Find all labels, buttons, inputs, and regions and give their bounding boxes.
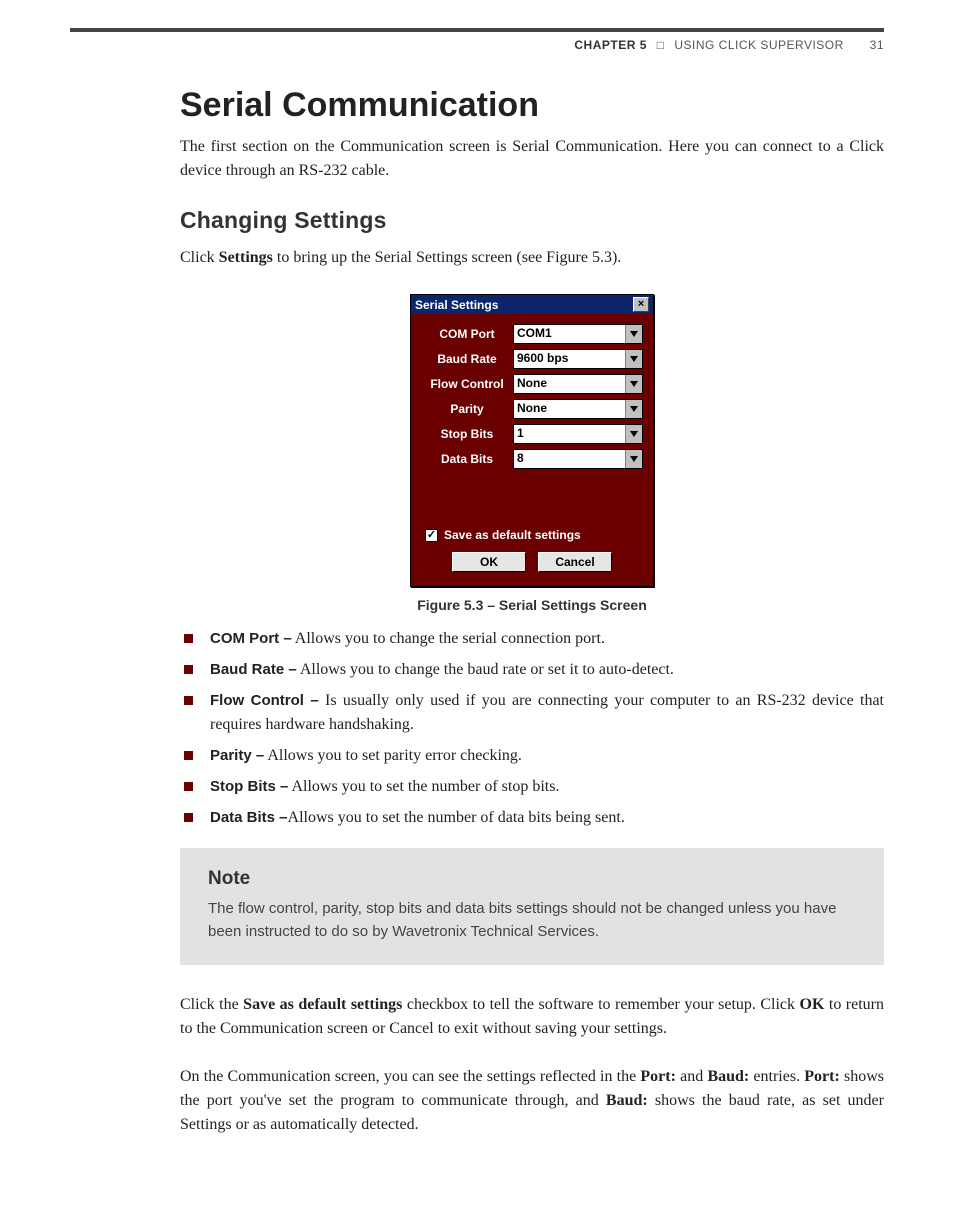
list-item: COM Port – Allows you to change the seri… [180, 627, 884, 651]
strong: Save as default settings [243, 996, 402, 1013]
chevron-down-icon [625, 325, 642, 343]
dialog-button-row: OK Cancel [421, 552, 643, 576]
desc: Allows you to set parity error checking. [264, 747, 522, 764]
term: Data Bits – [210, 809, 288, 826]
baud-rate-value: 9600 bps [514, 350, 625, 368]
note-box: Note The flow control, parity, stop bits… [180, 848, 884, 965]
strong: Baud: [707, 1068, 749, 1085]
note-body: The flow control, parity, stop bits and … [208, 898, 856, 943]
data-bits-select[interactable]: 8 [513, 449, 643, 469]
label-stop-bits: Stop Bits [421, 427, 513, 441]
strong: Port: [640, 1068, 676, 1085]
chevron-down-icon [625, 350, 642, 368]
paragraph-save-default: Click the Save as default settings check… [180, 993, 884, 1041]
chapter-label: CHAPTER 5 [574, 38, 647, 52]
strong: Baud: [606, 1092, 648, 1109]
dialog-body: COM Port COM1 Baud Rate 9600 bps Flow Co… [411, 314, 653, 586]
text: Click [180, 249, 219, 266]
list-item: Data Bits –Allows you to set the number … [180, 806, 884, 830]
parity-select[interactable]: None [513, 399, 643, 419]
dialog-titlebar: Serial Settings × [411, 295, 653, 314]
cancel-button[interactable]: Cancel [538, 552, 612, 572]
ok-button[interactable]: OK [452, 552, 526, 572]
text: and [676, 1068, 708, 1085]
text: checkbox to tell the software to remembe… [402, 996, 799, 1013]
parity-value: None [514, 400, 625, 418]
field-row-stop-bits: Stop Bits 1 [421, 424, 643, 444]
click-settings-line: Click Settings to bring up the Serial Se… [180, 246, 884, 270]
term: Parity – [210, 747, 264, 764]
page-title: Serial Communication [180, 86, 884, 125]
header-title: USING CLICK SUPERVISOR [674, 38, 843, 52]
label-parity: Parity [421, 402, 513, 416]
save-default-checkbox[interactable]: ✓ [425, 529, 438, 542]
settings-strong: Settings [219, 249, 273, 266]
label-data-bits: Data Bits [421, 452, 513, 466]
close-icon[interactable]: × [633, 297, 649, 312]
serial-settings-dialog: Serial Settings × COM Port COM1 Baud Rat… [410, 294, 654, 587]
definition-list: COM Port – Allows you to change the seri… [180, 627, 884, 830]
list-item: Flow Control – Is usually only used if y… [180, 689, 884, 737]
field-row-baud-rate: Baud Rate 9600 bps [421, 349, 643, 369]
chevron-down-icon [625, 425, 642, 443]
com-port-value: COM1 [514, 325, 625, 343]
label-baud-rate: Baud Rate [421, 352, 513, 366]
data-bits-value: 8 [514, 450, 625, 468]
label-flow-control: Flow Control [421, 377, 513, 391]
term: Flow Control – [210, 692, 319, 709]
term: Baud Rate – [210, 661, 297, 678]
term: COM Port – [210, 630, 292, 647]
header-square-glyph: □ [657, 38, 665, 52]
desc: Allows you to change the baud rate or se… [297, 661, 674, 678]
figure-wrap: Serial Settings × COM Port COM1 Baud Rat… [180, 294, 884, 613]
page-content: Serial Communication The first section o… [70, 86, 884, 1137]
dialog-spacer [421, 474, 643, 522]
paragraph-port-baud: On the Communication screen, you can see… [180, 1065, 884, 1137]
flow-control-value: None [514, 375, 625, 393]
label-com-port: COM Port [421, 327, 513, 341]
desc: Allows you to set the number of data bit… [288, 809, 625, 826]
strong: OK [800, 996, 825, 1013]
text: to bring up the Serial Settings screen (… [273, 249, 621, 266]
com-port-select[interactable]: COM1 [513, 324, 643, 344]
chevron-down-icon [625, 450, 642, 468]
list-item: Stop Bits – Allows you to set the number… [180, 775, 884, 799]
subheading-changing-settings: Changing Settings [180, 207, 884, 234]
text: On the Communication screen, you can see… [180, 1068, 640, 1085]
page-number: 31 [870, 38, 884, 52]
desc: Allows you to change the serial connecti… [292, 630, 605, 647]
stop-bits-select[interactable]: 1 [513, 424, 643, 444]
stop-bits-value: 1 [514, 425, 625, 443]
desc: Allows you to set the number of stop bit… [288, 778, 559, 795]
save-default-label: Save as default settings [444, 528, 581, 542]
list-item: Baud Rate – Allows you to change the bau… [180, 658, 884, 682]
text: Click the [180, 996, 243, 1013]
chevron-down-icon [625, 375, 642, 393]
chevron-down-icon [625, 400, 642, 418]
flow-control-select[interactable]: None [513, 374, 643, 394]
strong: Port: [804, 1068, 840, 1085]
field-row-parity: Parity None [421, 399, 643, 419]
note-heading: Note [208, 868, 856, 890]
header-rule [70, 28, 884, 32]
list-item: Parity – Allows you to set parity error … [180, 744, 884, 768]
figure-caption: Figure 5.3 – Serial Settings Screen [180, 597, 884, 613]
field-row-com-port: COM Port COM1 [421, 324, 643, 344]
term: Stop Bits – [210, 778, 288, 795]
running-header: CHAPTER 5 □ USING CLICK SUPERVISOR 31 [70, 38, 884, 52]
dialog-title: Serial Settings [415, 298, 498, 312]
field-row-data-bits: Data Bits 8 [421, 449, 643, 469]
text: entries. [749, 1068, 804, 1085]
save-default-row: ✓ Save as default settings [425, 528, 643, 542]
field-row-flow-control: Flow Control None [421, 374, 643, 394]
baud-rate-select[interactable]: 9600 bps [513, 349, 643, 369]
intro-paragraph: The first section on the Communication s… [180, 135, 884, 183]
